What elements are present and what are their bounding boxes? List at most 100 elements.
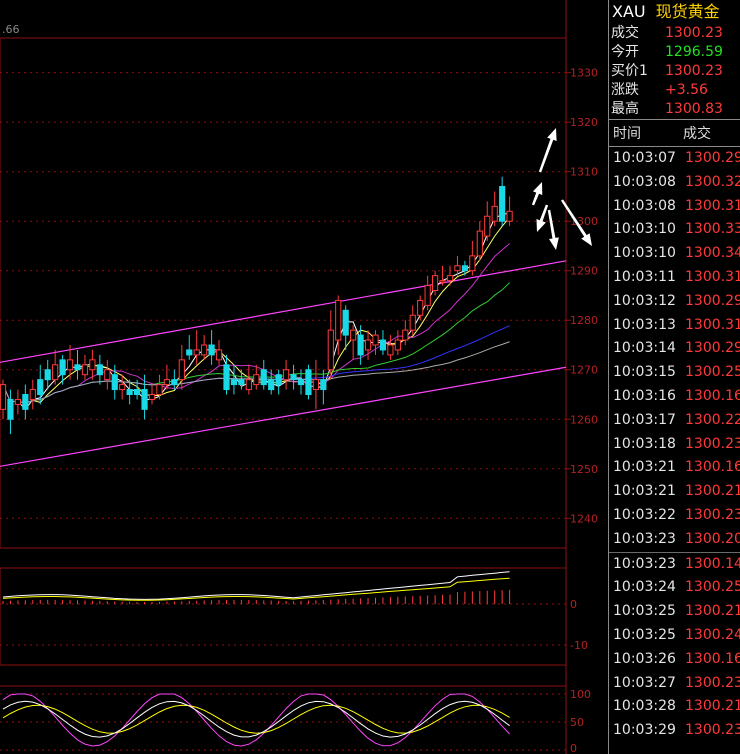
macd-dif-line <box>2 571 510 600</box>
kdj-tick-label: 0 <box>570 742 577 754</box>
candle-body <box>238 379 245 386</box>
price-tick-label: 1310 <box>570 166 598 179</box>
tick-list[interactable]: 10:03:07 1300.29 10:03:08 1300.32 10:03:08 13… <box>609 147 740 743</box>
candle-body <box>320 379 327 391</box>
candle-body <box>424 285 431 306</box>
tick-price: 1300.23 <box>685 722 740 739</box>
tick-row[interactable]: 10:03:12 1300.29 <box>609 290 740 314</box>
tick-row[interactable]: 10:03:13 1300.31 <box>609 314 740 338</box>
tick-time: 10:03:18 <box>613 435 676 452</box>
arrow-shape <box>547 209 559 250</box>
tick-row[interactable]: 10:03:07 1300.29 <box>609 147 740 171</box>
candle-body <box>327 329 334 371</box>
tick-row[interactable]: 10:03:15 1300.25 <box>609 361 740 385</box>
candle-body <box>491 205 498 222</box>
candle-body <box>81 364 89 376</box>
tick-price: 1300.34 <box>685 245 740 262</box>
tick-row[interactable]: 10:03:17 1300.22 <box>609 409 740 433</box>
price-tick-label: 1250 <box>570 463 598 476</box>
tick-price: 1300.23 <box>685 674 740 691</box>
candle-body <box>7 398 14 420</box>
tick-row[interactable]: 10:03:18 1300.23 <box>609 433 740 457</box>
channel-lower-line <box>0 366 567 467</box>
tick-row[interactable]: 10:03:10 1300.33 <box>609 218 740 242</box>
candle-body <box>119 384 126 391</box>
tick-row[interactable]: 10:03:23 1300.20 <box>609 528 740 553</box>
tick-row[interactable]: 10:03:14 1300.29 <box>609 337 740 361</box>
tick-time: 10:03:08 <box>613 197 676 214</box>
quote-row: 今开 1296.59 <box>609 43 740 62</box>
candle-body <box>156 384 163 396</box>
tick-row[interactable]: 10:03:23 1300.14 <box>609 553 740 577</box>
tick-time: 10:03:21 <box>613 459 676 476</box>
symbol-name: 现货黄金 <box>655 2 720 21</box>
kdj-tick-label: 50 <box>570 716 584 729</box>
tick-header-deal: 成交 <box>683 126 711 142</box>
tick-price: 1300.21 <box>685 483 740 500</box>
tick-row[interactable]: 10:03:25 1300.24 <box>609 624 740 648</box>
macd-tick-label: -10 <box>570 639 588 652</box>
candle-body <box>484 215 491 237</box>
tick-row[interactable]: 10:03:25 1300.21 <box>609 600 740 624</box>
tick-time: 10:03:25 <box>613 626 676 643</box>
tick-time: 10:03:29 <box>613 722 676 739</box>
tick-row[interactable]: 10:03:22 1300.23 <box>609 504 740 528</box>
candle-body <box>432 275 439 292</box>
tick-row[interactable]: 10:03:28 1300.21 <box>609 695 740 719</box>
candle-body <box>29 389 36 400</box>
arrow-shape <box>531 182 543 206</box>
quote-label: 买价1 <box>611 63 648 79</box>
tick-price: 1300.24 <box>685 626 740 643</box>
tick-time: 10:03:27 <box>613 674 676 691</box>
tick-price: 1300.32 <box>685 173 740 190</box>
quote-label: 成交 <box>611 25 639 41</box>
tick-row[interactable]: 10:03:24 1300.25 <box>609 576 740 600</box>
tick-price: 1300.33 <box>685 221 740 238</box>
tick-price: 1300.23 <box>685 506 740 523</box>
price-tick-label: 1240 <box>570 512 598 525</box>
candle-body <box>44 369 51 381</box>
tick-time: 10:03:24 <box>613 579 676 596</box>
tick-price: 1300.21 <box>685 603 740 620</box>
candle-body <box>469 255 476 272</box>
tick-row[interactable]: 10:03:21 1300.21 <box>609 480 740 504</box>
tick-row[interactable]: 10:03:10 1300.34 <box>609 242 740 266</box>
tick-row[interactable]: 10:03:26 1300.16 <box>609 648 740 672</box>
quote-label: 最高 <box>611 101 639 117</box>
tick-time: 10:03:10 <box>613 221 676 238</box>
candle-body <box>350 329 357 341</box>
kdj-panel: 100 50 0 <box>0 685 591 754</box>
candle-body <box>208 344 215 356</box>
tick-price: 1300.16 <box>685 650 740 667</box>
tick-row[interactable]: 10:03:21 1300.16 <box>609 456 740 480</box>
candle-body <box>439 280 446 283</box>
tick-row[interactable]: 10:03:29 1300.23 <box>609 719 740 743</box>
candle-body <box>342 309 349 336</box>
symbol-code: XAU <box>612 2 646 21</box>
tick-row[interactable]: 10:03:08 1300.32 <box>609 171 740 195</box>
macd-tick-label: 0 <box>570 598 577 611</box>
candle-body <box>461 265 468 272</box>
price-chart[interactable]: 1330132013101300129012801270126012501240… <box>0 0 608 754</box>
tick-row[interactable]: 10:03:11 1300.31 <box>609 266 740 290</box>
tick-row[interactable]: 10:03:16 1300.16 <box>609 385 740 409</box>
tick-time: 10:03:11 <box>613 268 676 285</box>
price-tick-label: 1290 <box>570 265 598 278</box>
tick-price: 1300.31 <box>685 197 740 214</box>
quote-panel: XAU 现货黄金 成交 1300.23 今开 1296.59 买价1 1300.23 涨跌 +3… <box>608 0 740 754</box>
candle-body <box>417 299 424 316</box>
candle-body <box>268 379 275 391</box>
tick-row[interactable]: 10:03:08 1300.31 <box>609 195 740 219</box>
channel-upper-line <box>0 260 567 363</box>
tick-price: 1300.20 <box>685 530 740 547</box>
candle-body <box>290 374 297 381</box>
candle-body <box>364 339 372 351</box>
price-axis: 1330132013101300129012801270126012501240 <box>566 67 598 525</box>
tick-time: 10:03:13 <box>613 316 676 333</box>
tick-price: 1300.14 <box>685 555 740 572</box>
tick-row[interactable]: 10:03:27 1300.23 <box>609 672 740 696</box>
candle-body <box>134 389 141 396</box>
candle-body <box>178 359 185 381</box>
arrow-shape <box>538 128 557 173</box>
tick-time: 10:03:22 <box>613 506 676 523</box>
